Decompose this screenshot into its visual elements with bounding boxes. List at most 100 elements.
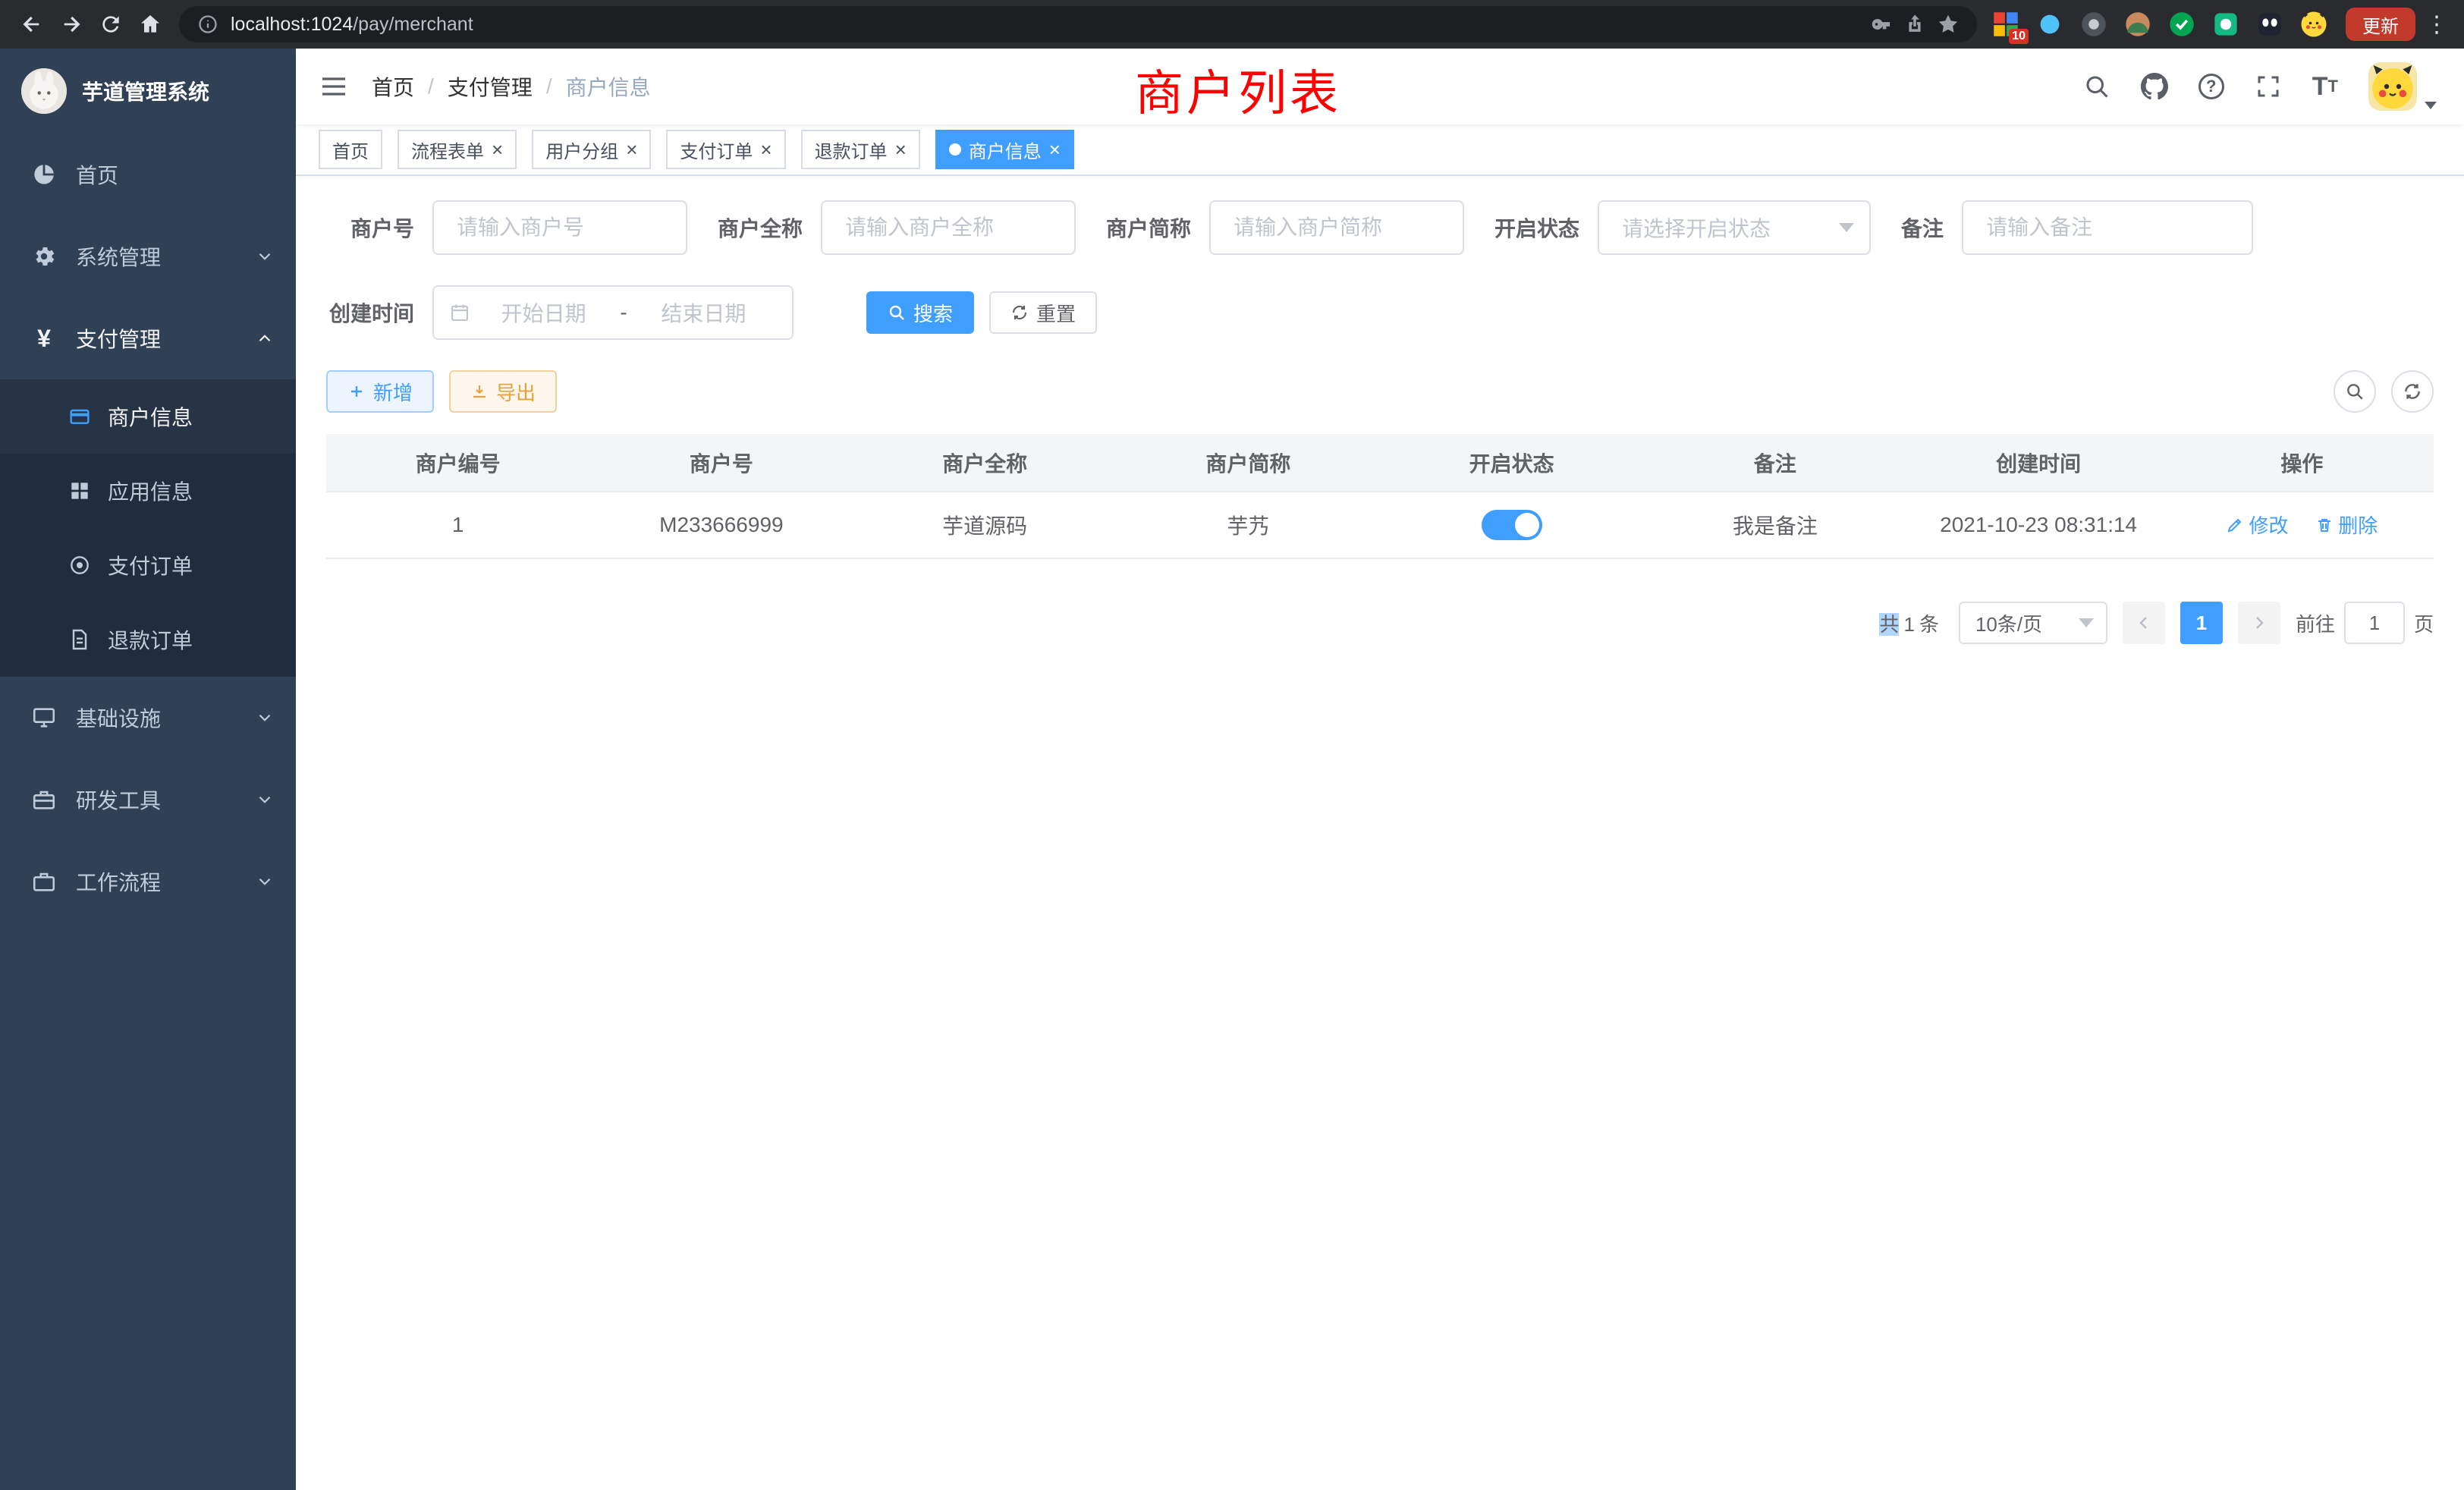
page-1-button[interactable]: 1 (2180, 602, 2223, 644)
export-button[interactable]: 导出 (449, 370, 557, 413)
breadcrumb-item[interactable]: 首页 (372, 71, 414, 102)
merchant-table: 商户编号 商户号 商户全称 商户简称 开启状态 备注 创建时间 操作 1 (326, 434, 2434, 559)
browser-extension-icon-drop[interactable] (2036, 11, 2063, 38)
target-icon (67, 552, 93, 578)
merchant-short-name-input[interactable] (1209, 200, 1464, 255)
browser-extension-icon-circle[interactable] (2080, 11, 2107, 38)
breadcrumb-item[interactable]: 支付管理 (448, 71, 533, 102)
annotation-title: 商户列表 (1135, 55, 1341, 124)
col-short-name: 商户简称 (1117, 434, 1380, 492)
cell-status (1380, 492, 1643, 558)
reset-button[interactable]: 重置 (989, 291, 1097, 334)
browser-back-icon[interactable] (12, 5, 52, 44)
tag-merchant-info[interactable]: 商户信息× (935, 130, 1074, 169)
hamburger-icon[interactable] (296, 49, 372, 124)
cell-create-time: 2021-10-23 08:31:14 (1907, 492, 2170, 558)
navbar-actions: ? TT (2068, 49, 2464, 124)
tag-payment-orders[interactable]: 支付订单× (666, 130, 785, 169)
sidebar-item-infrastructure[interactable]: 基础设施 (0, 677, 296, 759)
sidebar-item-label: 退款订单 (108, 624, 193, 655)
site-info-icon[interactable] (197, 14, 218, 35)
sidebar-item-payment[interactable]: ¥ 支付管理 (0, 297, 296, 379)
sidebar-item-app-info[interactable]: 应用信息 (0, 454, 296, 528)
cell-remark: 我是备注 (1643, 492, 1906, 558)
trash-icon (2315, 516, 2334, 534)
col-create-time: 创建时间 (1907, 434, 2170, 492)
create-time-range-picker[interactable]: 开始日期 - 结束日期 (432, 285, 794, 340)
tag-home[interactable]: 首页 (319, 130, 382, 169)
share-icon[interactable] (1904, 14, 1925, 35)
col-status: 开启状态 (1380, 434, 1643, 492)
refresh-table-button[interactable] (2391, 370, 2434, 413)
close-icon[interactable]: × (1049, 140, 1061, 159)
github-icon[interactable] (2126, 49, 2183, 124)
start-date-placeholder: 开始日期 (470, 297, 617, 328)
search-button[interactable]: 搜索 (866, 291, 974, 334)
sidebar-logo[interactable]: 芋道管理系统 (0, 49, 296, 134)
document-icon (67, 627, 93, 652)
browser-extension-icon-green-square[interactable] (2212, 11, 2239, 38)
sidebar-item-label: 支付管理 (76, 323, 161, 354)
toggle-search-button[interactable] (2334, 370, 2376, 413)
close-icon[interactable]: × (492, 140, 503, 159)
browser-forward-icon[interactable] (52, 5, 91, 44)
browser-extension-icon-avatar[interactable] (2124, 11, 2151, 38)
status-select[interactable]: 请选择开启状态 (1598, 200, 1871, 255)
sidebar-item-workflow[interactable]: 工作流程 (0, 841, 296, 923)
sidebar-item-label: 系统管理 (76, 241, 161, 272)
refresh-icon (1010, 303, 1029, 322)
sidebar-item-home[interactable]: 首页 (0, 134, 296, 215)
font-size-icon[interactable]: TT (2297, 49, 2353, 124)
table-header-row: 商户编号 商户号 商户全称 商户简称 开启状态 备注 创建时间 操作 (326, 434, 2434, 492)
tag-process-form[interactable]: 流程表单× (398, 130, 517, 169)
status-toggle[interactable] (1482, 510, 1542, 540)
sidebar-item-merchant-info[interactable]: 商户信息 (0, 379, 296, 454)
browser-home-icon[interactable] (130, 5, 170, 44)
browser-menu-icon[interactable]: ⋮ (2422, 11, 2452, 38)
cell-merchant-no: M233666999 (589, 492, 853, 558)
download-icon (470, 382, 489, 401)
help-icon[interactable]: ? (2183, 49, 2239, 124)
filter-label-status: 开启状态 (1494, 212, 1598, 243)
close-icon[interactable]: × (895, 140, 907, 159)
header-search-icon[interactable] (2068, 49, 2126, 124)
chevron-down-icon (2079, 618, 2094, 627)
filter-label-create-time: 创建时间 (326, 297, 432, 328)
page-size-select[interactable]: 10条/页 (1959, 602, 2107, 644)
merchant-full-name-input[interactable] (821, 200, 1076, 255)
browser-extension-icon-check[interactable] (2168, 11, 2195, 38)
password-key-icon[interactable] (1871, 14, 1892, 35)
browser-update-button[interactable]: 更新 (2346, 8, 2415, 41)
gear-icon (30, 243, 58, 270)
browser-reload-icon[interactable] (91, 5, 130, 44)
prev-page-button[interactable] (2123, 602, 2165, 644)
cell-actions: 修改 删除 (2170, 492, 2434, 558)
search-icon (2345, 382, 2365, 401)
browser-profile-avatar[interactable] (2300, 11, 2327, 38)
sidebar-item-refund-orders[interactable]: 退款订单 (0, 602, 296, 677)
tag-user-group[interactable]: 用户分组× (532, 130, 651, 169)
next-page-button[interactable] (2238, 602, 2280, 644)
fullscreen-icon[interactable] (2239, 49, 2297, 124)
tag-refund-orders[interactable]: 退款订单× (801, 130, 920, 169)
sidebar-item-dev-tools[interactable]: 研发工具 (0, 759, 296, 841)
table-row: 1 M233666999 芋道源码 芋艿 我是备注 2021-10-23 08:… (326, 492, 2434, 558)
sidebar-item-system[interactable]: 系统管理 (0, 215, 296, 297)
edit-link[interactable]: 修改 (2226, 511, 2288, 539)
delete-link[interactable]: 删除 (2315, 511, 2378, 539)
goto-page-input[interactable] (2344, 602, 2405, 644)
bookmark-star-icon[interactable] (1938, 14, 1959, 35)
browser-extension-icon-dark[interactable] (2256, 11, 2283, 38)
add-button[interactable]: 新增 (326, 370, 434, 413)
user-avatar-menu[interactable] (2353, 49, 2464, 124)
remark-input[interactable] (1962, 200, 2253, 255)
sidebar-item-payment-orders[interactable]: 支付订单 (0, 528, 296, 602)
browser-address-bar[interactable]: localhost:1024/pay/merchant (179, 6, 1977, 42)
merchant-no-input[interactable] (432, 200, 687, 255)
close-icon[interactable]: × (760, 140, 772, 159)
close-icon[interactable]: × (626, 140, 637, 159)
end-date-placeholder: 结束日期 (630, 297, 777, 328)
chevron-down-icon (1839, 223, 1854, 232)
browser-extension-icon-grid[interactable]: 10 (1992, 11, 2019, 38)
monitor-icon (30, 704, 58, 731)
